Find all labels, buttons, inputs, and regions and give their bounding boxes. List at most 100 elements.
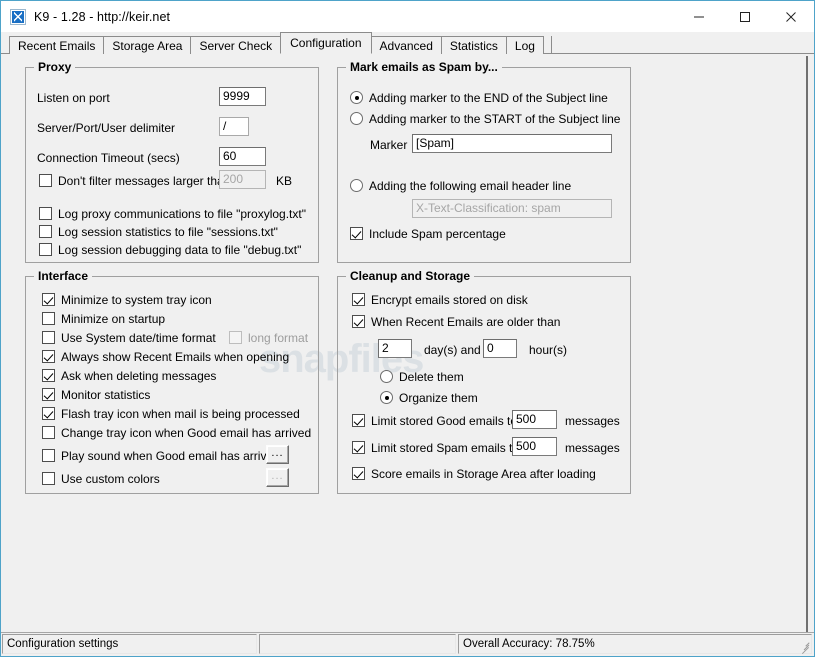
minimize-to-tray-label: Minimize to system tray icon <box>61 293 212 307</box>
minimize-button[interactable] <box>676 1 722 32</box>
organize-them-label: Organize them <box>399 391 478 405</box>
title-bar: K9 - 1.28 - http://keir.net <box>1 1 814 32</box>
older-than-days-label: day(s) and <box>424 343 481 357</box>
status-bar: Configuration settings Overall Accuracy:… <box>1 632 814 656</box>
older-than-label: When Recent Emails are older than <box>371 315 561 329</box>
delete-them-radio[interactable] <box>380 370 393 383</box>
window-controls <box>676 1 814 32</box>
configuration-page: snapfiles Proxy Listen on port 9999 Serv… <box>1 54 814 632</box>
marker-end-radio[interactable] <box>350 91 363 104</box>
limit-spam-unit-label: messages <box>565 441 620 455</box>
tab-log[interactable]: Log <box>505 36 544 54</box>
email-header-input[interactable]: X-Text-Classification: spam <box>412 199 612 218</box>
limit-good-label: Limit stored Good emails to <box>371 414 518 428</box>
encrypt-emails-checkbox[interactable] <box>352 293 365 306</box>
always-show-recent-checkbox[interactable] <box>42 350 55 363</box>
status-pane-middle <box>259 634 456 654</box>
log-statistics-label: Log session statistics to file "sessions… <box>58 225 278 239</box>
play-sound-checkbox[interactable] <box>42 449 55 462</box>
long-format-label: long format <box>248 331 309 345</box>
encrypt-emails-label: Encrypt emails stored on disk <box>371 293 528 307</box>
status-pane-accuracy: Overall Accuracy: 78.75% <box>458 634 812 654</box>
flash-tray-icon-label: Flash tray icon when mail is being proce… <box>61 407 300 421</box>
older-than-checkbox[interactable] <box>352 315 365 328</box>
ask-when-deleting-label: Ask when deleting messages <box>61 369 217 383</box>
tab-server-check[interactable]: Server Check <box>190 36 282 54</box>
minimize-to-tray-checkbox[interactable] <box>42 293 55 306</box>
tab-statistics[interactable]: Statistics <box>440 36 507 54</box>
maximize-button[interactable] <box>722 1 768 32</box>
older-than-hours-input[interactable]: 0 <box>483 339 517 358</box>
email-header-label: Adding the following email header line <box>369 179 572 193</box>
tab-storage-area[interactable]: Storage Area <box>103 36 192 54</box>
marker-field-label: Marker <box>370 138 408 152</box>
tab-strip: Recent Emails Storage Area Server Check … <box>1 32 814 54</box>
custom-colors-checkbox[interactable] <box>42 472 55 485</box>
dont-filter-size-input[interactable]: 200 <box>219 170 266 189</box>
connection-timeout-label: Connection Timeout (secs) <box>37 151 180 165</box>
limit-good-unit-label: messages <box>565 414 620 428</box>
minimize-on-startup-checkbox[interactable] <box>42 312 55 325</box>
proxy-group: Proxy Listen on port 9999 Server/Port/Us… <box>25 60 319 263</box>
include-spam-percentage-checkbox[interactable] <box>350 227 363 240</box>
app-window: K9 - 1.28 - http://keir.net Recent Email… <box>0 0 815 657</box>
dont-filter-checkbox[interactable] <box>39 174 52 187</box>
play-sound-label: Play sound when Good email has arrived <box>61 449 280 463</box>
listen-port-input[interactable]: 9999 <box>219 87 266 106</box>
page-right-edge <box>806 56 808 632</box>
delimiter-label: Server/Port/User delimiter <box>37 121 176 135</box>
tab-advanced[interactable]: Advanced <box>370 36 442 54</box>
close-button[interactable] <box>768 1 814 32</box>
log-statistics-checkbox[interactable] <box>39 225 52 238</box>
spam-marking-group: Mark emails as Spam by... Adding marker … <box>337 60 631 263</box>
marker-start-label: Adding marker to the START of the Subjec… <box>369 112 621 126</box>
limit-good-checkbox[interactable] <box>352 414 365 427</box>
monitor-statistics-checkbox[interactable] <box>42 388 55 401</box>
resize-grip-icon[interactable] <box>798 640 812 655</box>
older-than-hours-label: hour(s) <box>529 343 568 357</box>
browse-colors-button[interactable]: ... <box>266 468 289 487</box>
limit-spam-checkbox[interactable] <box>352 441 365 454</box>
dont-filter-unit-label: KB <box>276 174 293 188</box>
interface-group: Interface Minimize to system tray icon M… <box>25 269 319 494</box>
score-storage-label: Score emails in Storage Area after loadi… <box>371 467 596 481</box>
tab-configuration[interactable]: Configuration <box>280 32 372 54</box>
log-proxy-checkbox[interactable] <box>39 207 52 220</box>
listen-port-label: Listen on port <box>37 91 110 105</box>
always-show-recent-label: Always show Recent Emails when opening <box>61 350 290 364</box>
monitor-statistics-label: Monitor statistics <box>61 388 151 402</box>
system-datetime-format-checkbox[interactable] <box>42 331 55 344</box>
email-header-radio[interactable] <box>350 179 363 192</box>
organize-them-radio[interactable] <box>380 391 393 404</box>
system-datetime-format-label: Use System date/time format <box>61 331 216 345</box>
limit-good-input[interactable]: 500 <box>512 410 557 429</box>
log-debug-label: Log session debugging data to file "debu… <box>58 243 302 257</box>
change-tray-icon-label: Change tray icon when Good email has arr… <box>61 426 312 440</box>
custom-colors-label: Use custom colors <box>61 472 160 486</box>
connection-timeout-input[interactable]: 60 <box>219 147 266 166</box>
k9-app-icon <box>10 8 26 25</box>
score-storage-checkbox[interactable] <box>352 467 365 480</box>
delimiter-input[interactable]: / <box>219 117 249 136</box>
include-spam-percentage-label: Include Spam percentage <box>369 227 506 241</box>
change-tray-icon-checkbox[interactable] <box>42 426 55 439</box>
limit-spam-label: Limit stored Spam emails to <box>371 441 520 455</box>
browse-sound-button[interactable]: ... <box>266 445 289 464</box>
limit-spam-input[interactable]: 500 <box>512 437 557 456</box>
marker-start-radio[interactable] <box>350 112 363 125</box>
status-pane-context: Configuration settings <box>2 634 257 654</box>
flash-tray-icon-checkbox[interactable] <box>42 407 55 420</box>
marker-input[interactable]: [Spam] <box>412 134 612 153</box>
older-than-days-input[interactable]: 2 <box>378 339 412 358</box>
tab-recent-emails[interactable]: Recent Emails <box>9 36 105 54</box>
log-proxy-label: Log proxy communications to file "proxyl… <box>58 207 306 221</box>
minimize-on-startup-label: Minimize on startup <box>61 312 166 326</box>
log-debug-checkbox[interactable] <box>39 243 52 256</box>
marker-end-label: Adding marker to the END of the Subject … <box>369 91 608 105</box>
tab-strip-end-divider <box>550 36 552 54</box>
dont-filter-label: Don't filter messages larger than <box>58 174 231 188</box>
long-format-checkbox[interactable] <box>229 331 242 344</box>
window-title: K9 - 1.28 - http://keir.net <box>34 9 171 24</box>
cleanup-storage-group: Cleanup and Storage Encrypt emails store… <box>337 269 631 494</box>
ask-when-deleting-checkbox[interactable] <box>42 369 55 382</box>
